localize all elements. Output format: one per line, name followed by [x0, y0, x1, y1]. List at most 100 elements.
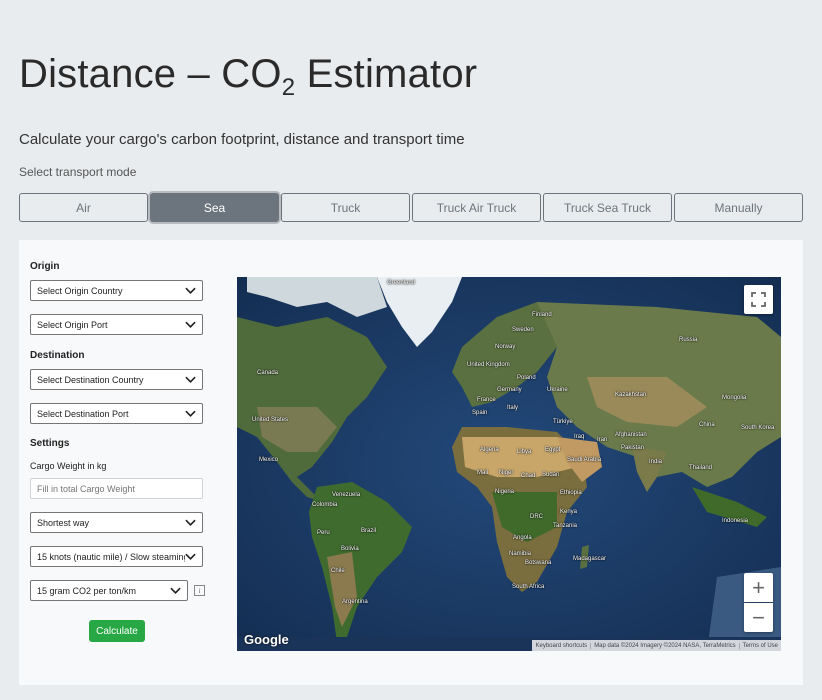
destination-port-select[interactable]: Select Destination Port — [30, 403, 203, 424]
mode-truck-sea-truck-button[interactable]: Truck Sea Truck — [543, 193, 672, 222]
map-label: Tanzania — [553, 523, 578, 529]
map-attribution: Keyboard shortcuts Map data ©2024 Imager… — [532, 640, 781, 651]
map-label: Mongolia — [722, 395, 747, 401]
origin-country-value: Select Origin Country — [37, 285, 123, 296]
map-label: South Africa — [512, 584, 545, 590]
title-text: Distance – CO — [19, 52, 282, 96]
map-label: Italy — [507, 405, 519, 411]
cargo-weight-label: Cargo Weight in kg — [30, 461, 107, 471]
map-label: Türkiye — [553, 419, 573, 425]
map-label: Brazil — [361, 528, 377, 534]
map-label: Kenya — [560, 509, 578, 515]
map-label: Canada — [257, 370, 279, 376]
chevron-down-icon — [185, 376, 196, 383]
destination-port-value: Select Destination Port — [37, 408, 129, 419]
map-label: Angola — [513, 535, 532, 541]
route-select[interactable]: Shortest way — [30, 512, 203, 533]
map-label: Kazakhstan — [615, 392, 647, 398]
map-label: China — [699, 422, 715, 428]
map-label: Saudi Arabia — [567, 457, 602, 463]
world-map[interactable]: Greenland Finland Sweden Norway Russia Canada… — [237, 277, 781, 651]
map-label: Namibia — [509, 551, 532, 557]
map-label: Sweden — [512, 327, 534, 333]
origin-heading: Origin — [30, 261, 60, 272]
speed-value: 15 knots (nautic mile) / Slow steaming — [37, 551, 185, 562]
map-label: Egypt — [545, 447, 561, 453]
chevron-down-icon — [185, 519, 196, 526]
emission-select[interactable]: 15 gram CO2 per ton/km — [30, 580, 188, 601]
origin-port-select[interactable]: Select Origin Port — [30, 314, 203, 335]
map-label: Colombia — [312, 502, 338, 508]
speed-select[interactable]: 15 knots (nautic mile) / Slow steaming — [30, 546, 203, 567]
page-subtitle: Calculate your cargo's carbon footprint,… — [19, 131, 465, 148]
map-label: Chad — [521, 473, 536, 479]
settings-heading: Settings — [30, 438, 70, 449]
page-title: Distance – CO2 Estimator — [19, 52, 477, 102]
transport-mode-group: Air Sea Truck Truck Air Truck Truck Sea … — [19, 193, 803, 222]
map-label: Argentina — [342, 599, 368, 605]
info-icon[interactable]: i — [194, 585, 205, 596]
map-label: Madagascar — [573, 556, 607, 562]
map-label: Ethiopia — [560, 490, 582, 496]
destination-country-select[interactable]: Select Destination Country — [30, 369, 203, 390]
origin-port-value: Select Origin Port — [37, 319, 108, 330]
map-label: Spain — [472, 410, 488, 416]
map-label: Peru — [317, 530, 330, 536]
transport-mode-label: Select transport mode — [19, 165, 137, 179]
map-label: Germany — [497, 387, 522, 393]
mode-truck-air-truck-button[interactable]: Truck Air Truck — [412, 193, 541, 222]
cargo-weight-input[interactable] — [30, 478, 203, 499]
chevron-down-icon — [170, 587, 181, 594]
mode-sea-button[interactable]: Sea — [150, 193, 279, 222]
title-text-end: Estimator — [295, 52, 478, 96]
terms-of-use-link[interactable]: Terms of Use — [740, 643, 781, 649]
origin-country-select[interactable]: Select Origin Country — [30, 280, 203, 301]
map-imagery — [237, 277, 781, 651]
chevron-down-icon — [185, 287, 196, 294]
title-subscript: 2 — [281, 74, 296, 101]
fullscreen-icon — [751, 292, 766, 307]
google-logo: Google — [244, 632, 289, 647]
map-label: India — [649, 459, 663, 465]
chevron-down-icon — [185, 553, 196, 560]
map-label: Pakistan — [621, 445, 645, 451]
map-label: Indonesia — [722, 518, 749, 524]
map-label: Botswana — [525, 560, 552, 566]
map-label: Bolivia — [341, 546, 359, 552]
map-label: Ukraine — [547, 387, 568, 393]
mode-truck-button[interactable]: Truck — [281, 193, 410, 222]
route-value: Shortest way — [37, 517, 90, 528]
map-label: Afghanistan — [615, 432, 647, 438]
mode-manually-button[interactable]: Manually — [674, 193, 803, 222]
destination-country-value: Select Destination Country — [37, 374, 144, 385]
map-label: Mali — [477, 470, 489, 476]
map-label: Finland — [532, 312, 552, 318]
map-data-text: Map data ©2024 Imagery ©2024 NASA, Terra… — [591, 642, 740, 649]
map-label: Norway — [495, 344, 516, 350]
keyboard-shortcuts-link[interactable]: Keyboard shortcuts — [532, 642, 592, 649]
emission-value: 15 gram CO2 per ton/km — [37, 585, 137, 596]
map-label: Chile — [331, 568, 345, 574]
map-label: United Kingdom — [467, 362, 510, 368]
map-label: Nigeria — [495, 489, 515, 495]
map-label: United States — [252, 417, 289, 423]
fullscreen-button[interactable] — [744, 285, 773, 314]
map-label: South Korea — [741, 425, 775, 431]
chevron-down-icon — [185, 321, 196, 328]
map-label: France — [477, 397, 496, 403]
chevron-down-icon — [185, 410, 196, 417]
map-label: DRC — [530, 514, 543, 520]
estimator-panel: Origin Select Origin Country Select Orig… — [19, 240, 803, 685]
destination-heading: Destination — [30, 350, 85, 361]
calculate-button[interactable]: Calculate — [89, 620, 145, 642]
map-label: Russia — [679, 337, 698, 343]
map-label: Iraq — [574, 434, 585, 440]
map-label: Greenland — [387, 280, 416, 286]
map-label: Mexico — [259, 457, 279, 463]
map-label: Sudan — [542, 472, 560, 478]
zoom-in-button[interactable]: + — [744, 573, 773, 602]
mode-air-button[interactable]: Air — [19, 193, 148, 222]
zoom-out-button[interactable]: − — [744, 603, 773, 632]
map-label: Iran — [597, 437, 608, 443]
map-label: Algeria — [480, 447, 499, 453]
